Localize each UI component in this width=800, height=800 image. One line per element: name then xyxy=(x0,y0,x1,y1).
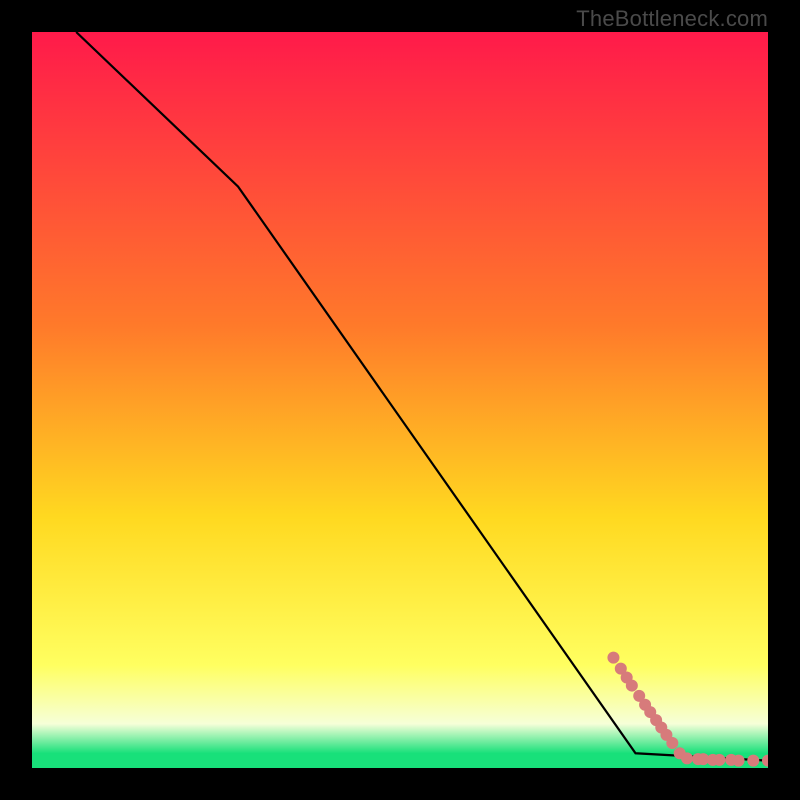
watermark-text: TheBottleneck.com xyxy=(576,6,768,32)
outer-frame: TheBottleneck.com xyxy=(0,0,800,800)
data-marker xyxy=(666,737,678,749)
data-marker xyxy=(733,755,745,767)
data-marker xyxy=(607,652,619,664)
chart-background xyxy=(32,32,768,768)
data-marker xyxy=(681,752,693,764)
data-marker xyxy=(747,755,759,767)
chart-canvas xyxy=(32,32,768,768)
data-marker xyxy=(713,754,725,766)
data-marker xyxy=(626,680,638,692)
